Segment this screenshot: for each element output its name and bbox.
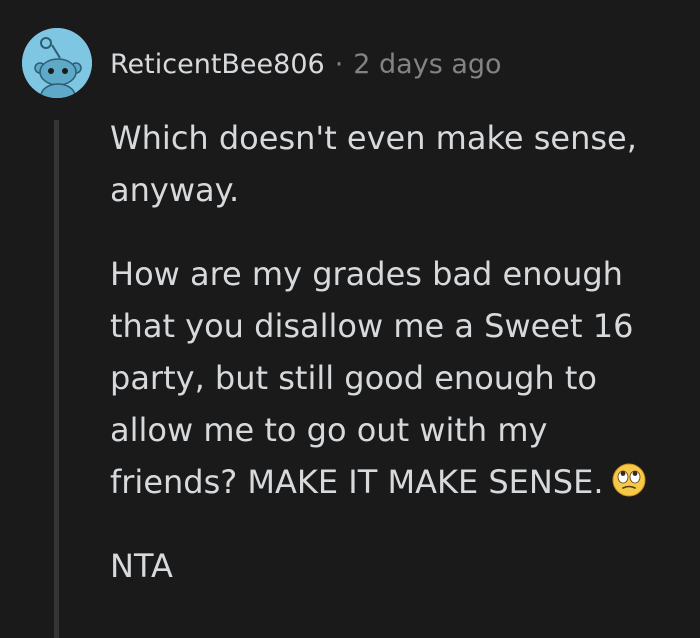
comment-paragraph-text: How are my grades bad enough that you di… bbox=[110, 255, 634, 501]
comment-paragraph: NTA bbox=[110, 547, 173, 585]
eye-roll-emoji-icon bbox=[612, 463, 645, 497]
comment-paragraph: Which doesn't even make sense, anyway. bbox=[110, 119, 637, 209]
reddit-snoo-avatar-icon bbox=[22, 28, 92, 98]
meta-separator: · bbox=[334, 48, 344, 80]
user-avatar[interactable] bbox=[22, 28, 92, 98]
comment-paragraph: How are my grades bad enough that you di… bbox=[110, 248, 680, 508]
comment-body: Which doesn't even make sense, anyway. H… bbox=[110, 112, 680, 624]
username-link[interactable]: ReticentBee806 bbox=[110, 49, 325, 80]
comment-header: ReticentBee806 · 2 days ago bbox=[110, 44, 502, 84]
comment-timestamp[interactable]: 2 days ago bbox=[353, 49, 501, 80]
thread-collapse-line[interactable] bbox=[54, 120, 59, 638]
comment: ReticentBee806 · 2 days ago Which doesn'… bbox=[0, 0, 700, 638]
